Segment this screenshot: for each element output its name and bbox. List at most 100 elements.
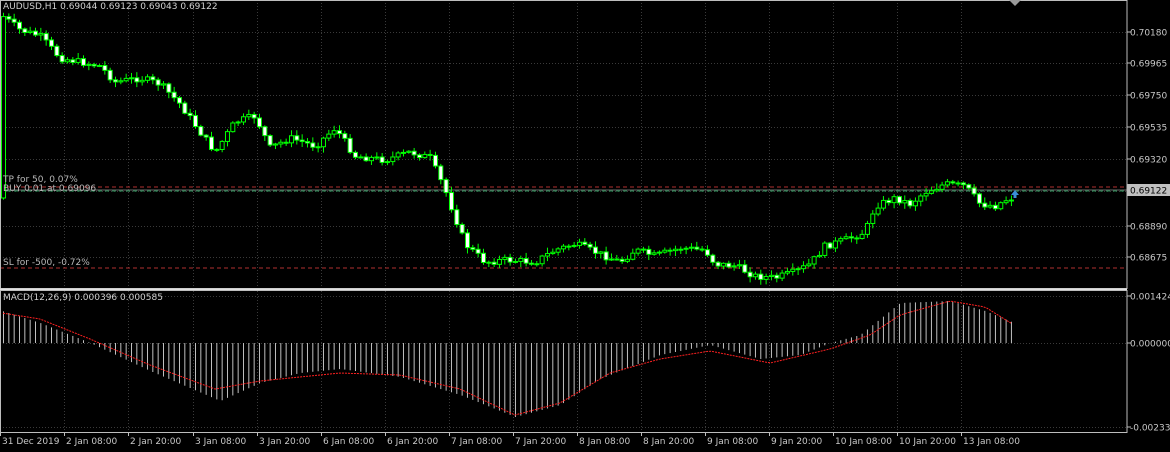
candle xyxy=(315,142,321,153)
candle xyxy=(603,246,609,265)
candle xyxy=(987,201,993,209)
candle xyxy=(107,67,113,84)
candle xyxy=(646,245,652,261)
candle xyxy=(16,19,22,34)
candle xyxy=(336,125,342,139)
candle xyxy=(699,245,705,252)
candle xyxy=(704,245,710,258)
candle xyxy=(331,125,337,138)
candle xyxy=(902,195,908,209)
candle xyxy=(363,153,369,162)
macd-tick-label: 0.000000 xyxy=(1130,340,1170,350)
candle xyxy=(198,124,204,137)
candle xyxy=(22,27,28,36)
candle xyxy=(480,248,486,265)
candle xyxy=(288,130,294,148)
candle xyxy=(475,243,481,258)
candle xyxy=(427,149,433,161)
candle xyxy=(283,138,289,146)
candle xyxy=(176,96,182,109)
candle xyxy=(891,194,897,209)
candle xyxy=(406,150,412,154)
price-tick-label: 0.70180 xyxy=(1130,29,1167,39)
candle xyxy=(251,111,257,124)
candle xyxy=(816,251,822,258)
candle xyxy=(619,256,625,264)
price-axis[interactable]: 0.70180 0.69965 0.69750 0.69535 0.69320 0.691… xyxy=(1127,29,1167,264)
candle xyxy=(811,255,817,269)
trade-levels xyxy=(0,186,1127,269)
candle xyxy=(752,271,758,280)
candle xyxy=(267,134,273,147)
candle xyxy=(80,55,86,68)
time-tick-label: 3 Jan 20:00 xyxy=(259,437,311,447)
macd-axis[interactable]: 0.001424 0.000000 -0.002333 xyxy=(1127,293,1170,434)
candle xyxy=(928,186,934,195)
candle xyxy=(875,202,881,217)
symbol-info: AUDUSD,H1 0.69044 0.69123 0.69043 0.6912… xyxy=(3,2,218,12)
candle xyxy=(304,138,310,148)
candle xyxy=(512,258,518,264)
candle xyxy=(384,159,390,166)
current-price-tag: 0.69122 xyxy=(1127,184,1170,197)
candle xyxy=(139,76,145,86)
candle xyxy=(656,250,662,256)
candle xyxy=(976,192,982,208)
candle xyxy=(118,77,124,85)
candle xyxy=(688,243,694,252)
candle xyxy=(240,113,246,126)
candle xyxy=(694,241,700,251)
candle xyxy=(742,259,748,274)
candle xyxy=(950,179,956,185)
candle xyxy=(667,247,673,256)
candle xyxy=(768,270,774,281)
time-tick-label: 6 Jan 08:00 xyxy=(323,437,375,447)
candle xyxy=(662,247,668,254)
candle xyxy=(918,193,924,207)
candle xyxy=(886,197,892,206)
candle xyxy=(75,53,81,65)
candle xyxy=(640,246,646,253)
time-tick-label: 9 Jan 20:00 xyxy=(771,437,823,447)
candle xyxy=(374,152,380,160)
candle xyxy=(347,134,353,155)
candle xyxy=(470,244,476,252)
chart-canvas[interactable]: 0.70180 0.69965 0.69750 0.69535 0.69320 0.691… xyxy=(0,0,1170,449)
trading-chart[interactable]: 0.70180 0.69965 0.69750 0.69535 0.69320 0.691… xyxy=(0,0,1170,449)
candle xyxy=(587,241,593,251)
candle xyxy=(678,246,684,254)
candle xyxy=(128,72,134,84)
candle xyxy=(592,241,598,259)
candle xyxy=(464,228,470,254)
candle xyxy=(550,248,556,255)
candle xyxy=(182,100,188,115)
candle xyxy=(390,151,396,166)
candle xyxy=(624,255,630,264)
current-price-text: 0.69122 xyxy=(1130,187,1167,197)
macd-indicator-label: MACD(12,26,9) 0.000396 0.000585 xyxy=(3,293,163,303)
candle xyxy=(960,181,966,190)
time-tick-label: 8 Jan 08:00 xyxy=(579,437,631,447)
candle xyxy=(326,129,332,142)
price-tick-label: 0.69535 xyxy=(1130,124,1167,134)
time-tick-label: 2 Jan 20:00 xyxy=(130,437,182,447)
candle xyxy=(256,113,262,130)
candle xyxy=(790,263,796,276)
candle xyxy=(11,13,17,27)
candle xyxy=(774,272,780,283)
candle xyxy=(534,261,540,267)
candle xyxy=(272,142,278,150)
candle xyxy=(379,153,385,166)
candle xyxy=(683,245,689,255)
candle xyxy=(912,197,918,211)
candle xyxy=(507,253,513,266)
time-axis[interactable]: 31 Dec 2019 2 Jan 08:00 2 Jan 20:00 3 Jan 0… xyxy=(0,432,1021,447)
chart-shift-marker-icon[interactable] xyxy=(1009,0,1021,6)
candle xyxy=(150,73,156,85)
candle xyxy=(203,134,209,141)
candle xyxy=(758,269,764,285)
candle xyxy=(710,253,716,266)
candle xyxy=(832,237,838,253)
candle xyxy=(134,72,140,88)
candle xyxy=(998,201,1004,211)
